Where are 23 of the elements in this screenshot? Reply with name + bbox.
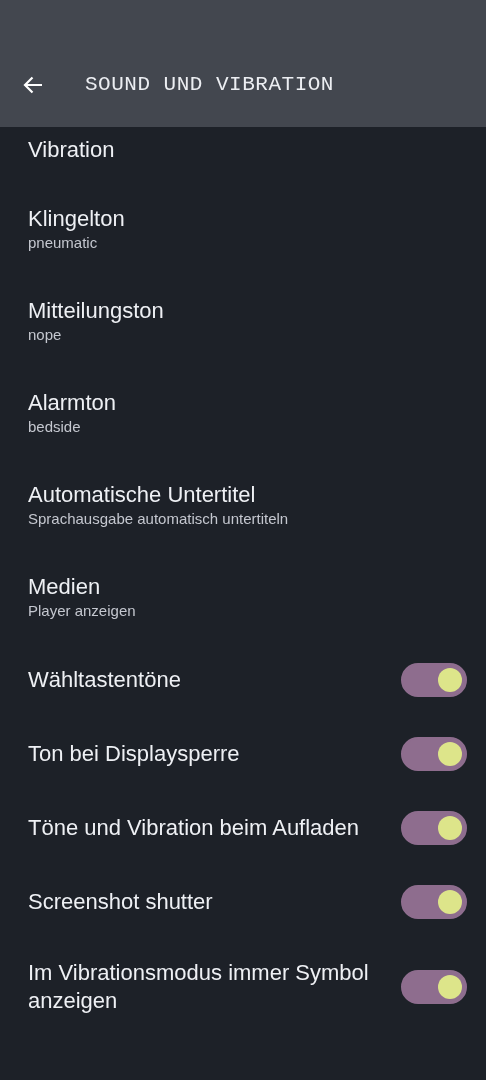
- back-arrow-icon[interactable]: [23, 76, 43, 94]
- toggle-switch[interactable]: [401, 970, 467, 1004]
- toggle-switch[interactable]: [401, 737, 467, 771]
- setting-summary: pneumatic: [28, 233, 99, 253]
- setting-title[interactable]: Automatische Untertitel: [28, 481, 467, 509]
- setting-title[interactable]: Screenshot shutter: [28, 888, 385, 916]
- setting-title[interactable]: Töne und Vibration beim Aufladen: [28, 814, 385, 842]
- setting-title[interactable]: Wähltastentöne: [28, 666, 385, 694]
- setting-title[interactable]: Im Vibrationsmodus immer Symbol anzeigen: [28, 959, 385, 1015]
- screen-title: SOUND UND VIBRATION: [85, 72, 334, 98]
- toggle-switch[interactable]: [401, 885, 467, 919]
- setting-title[interactable]: Alarmton: [28, 389, 467, 417]
- toggle-switch[interactable]: [401, 811, 467, 845]
- setting-summary: Sprachausgabe automatisch untertiteln: [28, 509, 290, 529]
- toggle-switch[interactable]: [401, 663, 467, 697]
- setting-title[interactable]: Medien: [28, 573, 467, 601]
- setting-title[interactable]: Mitteilungston: [28, 297, 467, 325]
- setting-summary: bedside: [28, 417, 82, 437]
- setting-summary: nope: [28, 325, 63, 345]
- setting-title[interactable]: Vibration: [28, 136, 467, 164]
- setting-title[interactable]: Ton bei Displaysperre: [28, 740, 385, 768]
- setting-summary: Player anzeigen: [28, 601, 137, 621]
- setting-title[interactable]: Klingelton: [28, 205, 467, 233]
